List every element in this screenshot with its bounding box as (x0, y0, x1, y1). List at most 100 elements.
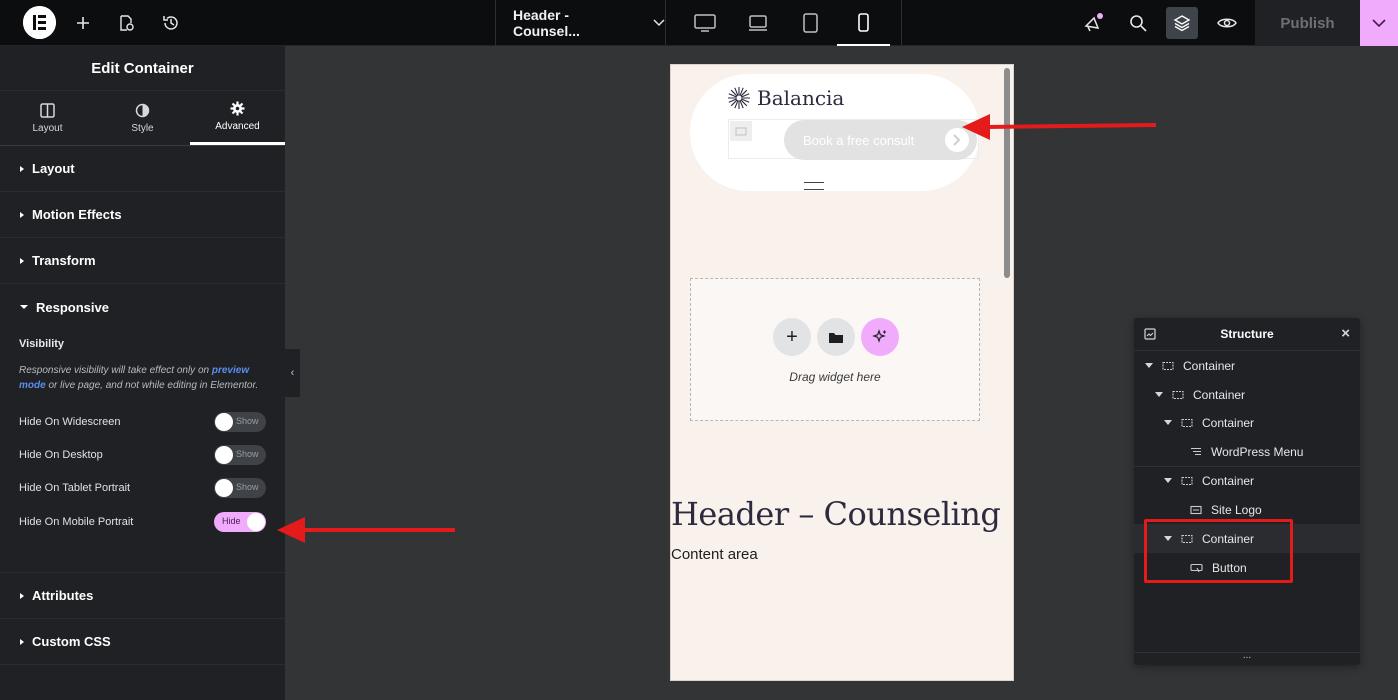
layout-icon (40, 102, 55, 118)
section-transform[interactable]: Transform (0, 238, 285, 284)
notifications-icon[interactable] (1081, 11, 1105, 35)
chevron-down-icon (1372, 18, 1386, 27)
template-library-button[interactable] (817, 318, 855, 356)
add-section-button[interactable]: + (773, 318, 811, 356)
hide-mobile-toggle[interactable]: Hide (214, 512, 266, 532)
sunburst-logo-icon (728, 87, 750, 109)
tree-node-container[interactable]: Container (1134, 408, 1360, 437)
gear-icon (230, 101, 245, 116)
section-transform-label: Transform (32, 253, 96, 268)
tab-advanced-label: Advanced (215, 121, 260, 132)
book-consult-button[interactable]: Book a free consult (784, 120, 977, 160)
tab-style[interactable]: Style (95, 91, 190, 145)
container-icon (1181, 476, 1193, 486)
menu-widget-icon (1190, 447, 1202, 457)
search-icon[interactable] (1126, 11, 1150, 35)
tab-layout[interactable]: Layout (0, 91, 95, 145)
empty-drop-zone[interactable]: + Drag widget here (690, 278, 980, 421)
laptop-icon (748, 14, 767, 31)
book-consult-label: Book a free consult (803, 132, 915, 148)
style-icon (135, 103, 150, 117)
site-logo[interactable]: Balancia (727, 86, 844, 110)
section-layout[interactable]: Layout (0, 146, 285, 192)
structure-layers-button[interactable] (1166, 7, 1198, 39)
container-icon (1181, 418, 1193, 428)
section-motion-effects[interactable]: Motion Effects (0, 192, 285, 238)
hide-mobile-row: Hide On Mobile Portrait Hide (19, 512, 266, 532)
section-responsive[interactable]: Responsive (0, 284, 285, 330)
mobile-device-button[interactable] (837, 0, 890, 46)
hide-mobile-label: Hide On Mobile Portrait (19, 516, 134, 528)
structure-header[interactable]: Structure × (1134, 318, 1360, 351)
toggle-state: Show (236, 482, 259, 492)
canvas-scrollbar[interactable] (1004, 68, 1010, 278)
hide-widescreen-label: Hide On Widescreen (19, 416, 121, 428)
hide-widescreen-row: Hide On Widescreen Show (19, 412, 266, 432)
panel-tabs: Layout Style Advanced (0, 91, 285, 146)
publish-button[interactable]: Publish (1255, 0, 1360, 46)
tab-layout-label: Layout (32, 122, 63, 134)
hamburger-menu-icon[interactable] (804, 182, 824, 190)
toggle-state: Show (236, 416, 259, 426)
hide-tablet-row: Hide On Tablet Portrait Show (19, 478, 266, 498)
caret-down-icon (1164, 420, 1172, 425)
laptop-device-button[interactable] (731, 0, 784, 46)
structure-panel: Structure × Container Container Containe… (1134, 318, 1360, 665)
toggle-state: Hide (222, 516, 241, 526)
note-text-after: or live page, and not while editing in E… (45, 380, 259, 391)
tree-node-container[interactable]: Container (1134, 380, 1360, 409)
hide-widescreen-toggle[interactable]: Show (214, 412, 266, 432)
plus-icon[interactable] (71, 11, 95, 35)
document-title: Header - Counsel... (513, 7, 580, 39)
header-container[interactable]: Balancia Book a free consult (690, 74, 980, 191)
tree-node-container[interactable]: Container (1134, 466, 1360, 495)
tree-node-container[interactable]: Container (1134, 351, 1360, 380)
ai-generate-button[interactable] (861, 318, 899, 356)
page-settings-icon[interactable] (114, 11, 138, 35)
tablet-icon (803, 13, 818, 33)
device-switcher (678, 0, 902, 46)
section-attributes-label: Attributes (32, 588, 94, 603)
hide-desktop-toggle[interactable]: Show (214, 445, 266, 465)
tree-node-wordpress-menu[interactable]: WordPress Menu (1134, 437, 1360, 466)
structure-title: Structure (1220, 327, 1274, 341)
top-bar: Header - Counsel... Publish (0, 0, 1398, 46)
close-icon[interactable]: × (1341, 325, 1350, 342)
hide-desktop-label: Hide On Desktop (19, 449, 103, 461)
button-container[interactable]: Book a free consult (728, 119, 979, 160)
edit-panel: Edit Container Layout Style Advanced Lay… (0, 46, 285, 700)
arrow-to-mobile-toggle (277, 517, 455, 543)
collapse-panel-button[interactable]: ‹ (285, 349, 300, 397)
plus-icon: + (786, 325, 798, 348)
toggle-state: Show (236, 449, 259, 459)
hide-tablet-toggle[interactable]: Show (214, 478, 266, 498)
chevron-down-icon (653, 19, 665, 27)
elementor-logo-icon[interactable] (23, 6, 56, 39)
section-custom-css[interactable]: Custom CSS (0, 619, 285, 665)
tab-advanced[interactable]: Advanced (190, 91, 285, 145)
document-title-dropdown[interactable]: Header - Counsel... (495, 0, 666, 46)
layers-icon (1173, 15, 1191, 32)
resize-dots: ... (1242, 650, 1252, 661)
highlight-box (1144, 519, 1293, 583)
drag-widget-text: Drag widget here (789, 370, 881, 384)
section-custom-css-label: Custom CSS (32, 634, 111, 649)
desktop-device-button[interactable] (678, 0, 731, 46)
caret-down-icon (1164, 478, 1172, 483)
tab-style-label: Style (131, 122, 154, 134)
section-attributes[interactable]: Attributes (0, 573, 285, 619)
chevron-left-icon: ‹ (290, 367, 295, 379)
publish-options-button[interactable] (1360, 0, 1398, 46)
history-icon[interactable] (159, 11, 183, 35)
hide-desktop-row: Hide On Desktop Show (19, 445, 266, 465)
structure-resize-handle[interactable]: ... (1134, 650, 1360, 665)
preview-eye-icon[interactable] (1215, 11, 1239, 35)
arrow-right-icon (945, 128, 969, 152)
caret-right-icon (20, 211, 24, 218)
caret-down-icon (1145, 363, 1153, 368)
tablet-device-button[interactable] (784, 0, 837, 46)
tree-node-label: Container (1183, 358, 1236, 373)
container-placeholder-icon (730, 121, 752, 141)
dock-panel-icon[interactable] (1144, 328, 1156, 343)
note-text-before: Responsive visibility will take effect o… (19, 365, 212, 376)
